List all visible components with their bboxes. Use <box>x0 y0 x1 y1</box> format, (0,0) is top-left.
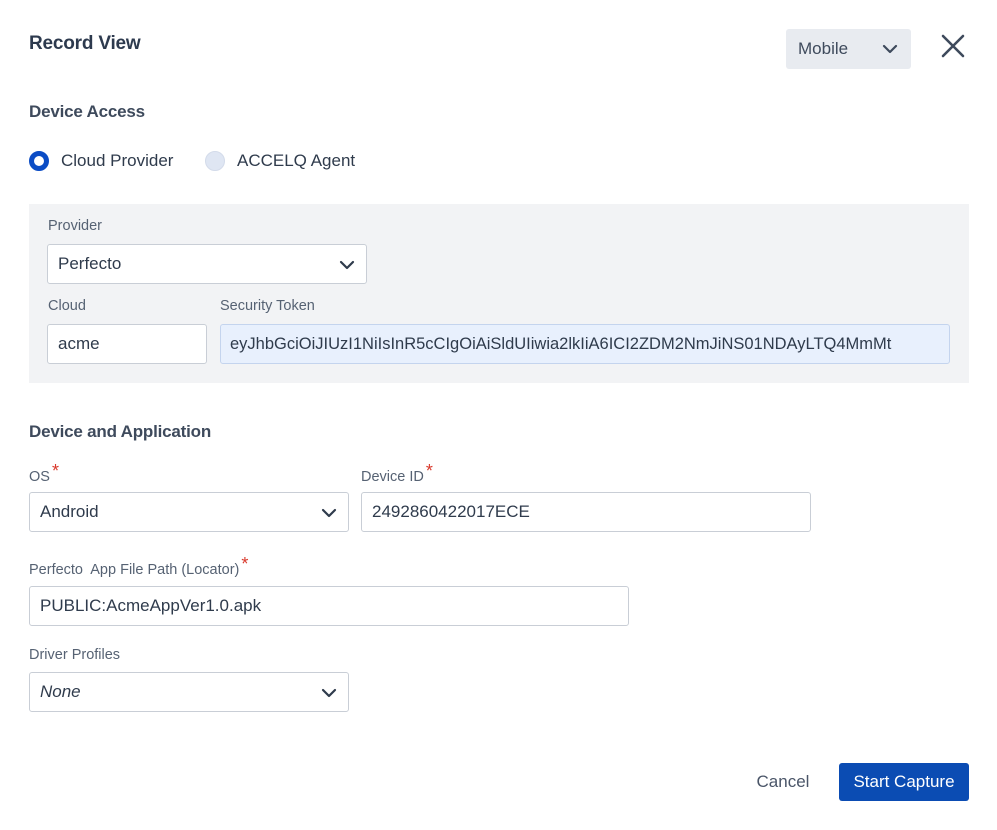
radio-unselected-icon <box>205 151 225 171</box>
chevron-down-icon <box>339 260 355 270</box>
start-capture-button[interactable]: Start Capture <box>839 763 969 801</box>
radio-accelq-agent[interactable]: ACCELQ Agent <box>205 151 355 171</box>
provider-label: Provider <box>48 218 102 234</box>
chevron-down-icon <box>882 44 898 54</box>
cloud-input-value: acme <box>58 334 100 353</box>
driver-profiles-select[interactable]: None <box>29 672 349 712</box>
radio-accelq-agent-label: ACCELQ Agent <box>237 151 356 170</box>
provider-select[interactable]: Perfecto <box>47 244 367 284</box>
cloud-input[interactable]: acme <box>47 324 207 364</box>
os-select-value: Android <box>40 502 99 521</box>
dialog-title: Record View <box>29 33 141 54</box>
cancel-button[interactable]: Cancel <box>741 763 825 801</box>
radio-selected-icon <box>29 151 49 171</box>
cloud-label: Cloud <box>48 298 86 314</box>
required-mark: * <box>51 461 59 481</box>
chevron-down-icon <box>321 688 337 698</box>
security-token-value: eyJhbGciOiJIUzI1NiIsInR5cCIgOiAiSldUIiwi… <box>230 334 892 353</box>
device-id-label: Device ID * <box>361 461 433 485</box>
security-token-label: Security Token <box>220 298 315 314</box>
required-mark: * <box>425 461 433 481</box>
device-id-input[interactable]: 2492860422017ECE <box>361 492 811 532</box>
security-token-input[interactable]: eyJhbGciOiJIUzI1NiIsInR5cCIgOiAiSldUIiwi… <box>220 324 950 364</box>
mode-select[interactable]: Mobile <box>786 29 911 69</box>
device-id-value: 2492860422017ECE <box>372 502 530 521</box>
app-file-path-input[interactable]: PUBLIC:AcmeAppVer1.0.apk <box>29 586 629 626</box>
provider-select-value: Perfecto <box>58 254 122 273</box>
close-icon[interactable] <box>938 31 968 61</box>
required-mark: * <box>241 554 249 574</box>
radio-cloud-provider[interactable]: Cloud Provider <box>29 151 173 171</box>
device-application-heading: Device and Application <box>29 422 212 441</box>
mode-select-value: Mobile <box>798 39 849 58</box>
app-file-path-value: PUBLIC:AcmeAppVer1.0.apk <box>40 596 262 615</box>
app-file-path-label: Perfecto App File Path (Locator) * <box>29 554 249 578</box>
device-access-heading: Device Access <box>29 102 145 121</box>
chevron-down-icon <box>321 508 337 518</box>
driver-profiles-value: None <box>40 682 81 701</box>
radio-cloud-provider-label: Cloud Provider <box>61 151 174 170</box>
driver-profiles-label: Driver Profiles <box>29 647 121 663</box>
os-label: OS * <box>29 461 59 485</box>
os-select[interactable]: Android <box>29 492 349 532</box>
